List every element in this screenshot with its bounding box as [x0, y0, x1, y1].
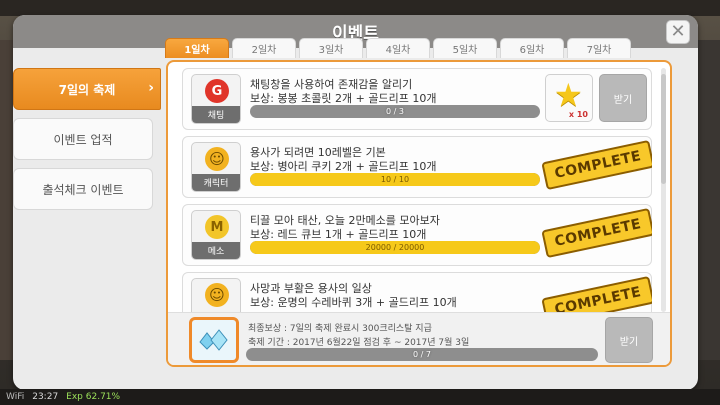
complete-stamp: COMPLETE: [541, 207, 652, 259]
mission-icon-caption: 캐릭터: [192, 174, 240, 191]
device-status-bar: WiFi 23:27 Exp 62.71%: [0, 389, 720, 405]
exp-readout: Exp 62.71%: [66, 392, 121, 402]
mission-icon-caption: 채팅: [192, 106, 240, 123]
final-receive-button[interactable]: 받기: [605, 317, 653, 363]
mission-row: M 메소 티끌 모아 태산, 오늘 2만메소를 모아보자 보상: 레드 큐브 1…: [182, 204, 652, 266]
progress-text: 10 / 10: [380, 175, 410, 184]
final-progress-bar: 0 / 7: [246, 348, 598, 361]
sidebar-item-7day-festival[interactable]: 7일의 축제 ›: [13, 68, 161, 110]
mission-reward: 보상: 레드 큐브 1개 + 골드리프 10개: [250, 228, 427, 241]
mission-scrollbar[interactable]: [661, 68, 666, 312]
mission-icon-box: ☺ 캐릭터: [191, 142, 241, 192]
progress-text: 20000 / 20000: [365, 243, 425, 252]
close-icon: ✕: [670, 21, 686, 42]
chevron-right-icon: ›: [148, 80, 154, 96]
gold-leaf-icon: ★: [554, 76, 583, 114]
mission-row: G 채팅 채팅창을 사용하여 존재감을 알리기 보상: 봉봉 초콜릿 2개 + …: [182, 68, 652, 130]
mission-panel: G 채팅 채팅창을 사용하여 존재감을 알리기 보상: 봉봉 초콜릿 2개 + …: [166, 60, 672, 367]
mission-list[interactable]: G 채팅 채팅창을 사용하여 존재감을 알리기 보상: 봉봉 초콜릿 2개 + …: [182, 68, 652, 318]
character-icon: ☺: [205, 147, 229, 171]
event-sidebar: 7일의 축제 › 이벤트 업적 출석체크 이벤트: [13, 68, 161, 218]
festival-period-text: 축제 기간 : 2017년 6월22일 점검 후 ~ 2017년 7월 3일: [248, 338, 470, 348]
sidebar-item-label: 7일의 축제: [58, 82, 116, 97]
tab-day-5[interactable]: 5일차: [433, 38, 497, 58]
character-icon: ☺: [205, 283, 229, 307]
crystal-reward-icon: [189, 317, 239, 363]
day-tabs: 1일차 2일차 3일차 4일차 5일차 6일차 7일차: [165, 38, 631, 58]
close-button[interactable]: ✕: [666, 20, 690, 44]
sidebar-item-label: 출석체크 이벤트: [42, 182, 124, 197]
sidebar-item-attendance-event[interactable]: 출석체크 이벤트: [13, 168, 153, 210]
mission-progress-bar: 0 / 3: [250, 105, 540, 118]
clock: 23:27: [32, 392, 59, 402]
tab-day-1[interactable]: 1일차: [165, 38, 229, 58]
mission-icon-box: M 메소: [191, 210, 241, 260]
tab-day-3[interactable]: 3일차: [299, 38, 363, 58]
mission-icon-caption: 메소: [192, 242, 240, 259]
mission-reward: 보상: 봉봉 초콜릿 2개 + 골드리프 10개: [250, 92, 437, 105]
game-right-hud: [698, 40, 720, 360]
final-reward-panel: 최종보상 : 7일의 축제 완료시 300크리스탈 지급 축제 기간 : 201…: [168, 312, 670, 365]
final-reward-text: 최종보상 : 7일의 축제 완료시 300크리스탈 지급: [248, 324, 432, 334]
mission-reward: 보상: 병아리 쿠키 2개 + 골드리프 10개: [250, 160, 437, 173]
progress-text: 0 / 3: [386, 107, 404, 116]
reward-item-box: ★ x 10: [545, 74, 593, 122]
tab-day-7[interactable]: 7일차: [567, 38, 631, 58]
mission-row: ☺ 캐릭터 용사가 되려면 10레벨은 기본 보상: 병아리 쿠키 2개 + 골…: [182, 136, 652, 198]
sidebar-item-event-achievements[interactable]: 이벤트 업적: [13, 118, 153, 160]
tab-day-4[interactable]: 4일차: [366, 38, 430, 58]
wifi-status: WiFi: [6, 392, 25, 402]
receive-button[interactable]: 받기: [599, 74, 647, 122]
sidebar-item-label: 이벤트 업적: [53, 132, 113, 147]
tab-day-2[interactable]: 2일차: [232, 38, 296, 58]
mission-progress-bar: 20000 / 20000: [250, 241, 540, 254]
crystal-icon: [199, 329, 228, 351]
progress-text: 0 / 7: [413, 350, 431, 359]
meso-icon: M: [205, 215, 229, 239]
game-top-hud: [0, 0, 720, 16]
mission-reward: 보상: 운명의 수레바퀴 3개 + 골드리프 10개: [250, 296, 457, 309]
scrollbar-thumb[interactable]: [661, 74, 666, 184]
mission-progress-bar: 10 / 10: [250, 173, 540, 186]
complete-stamp: COMPLETE: [541, 139, 652, 191]
reward-count: x 10: [568, 110, 588, 119]
tab-day-6[interactable]: 6일차: [500, 38, 564, 58]
mission-icon-box: G 채팅: [191, 74, 241, 124]
chat-icon: G: [205, 79, 229, 103]
